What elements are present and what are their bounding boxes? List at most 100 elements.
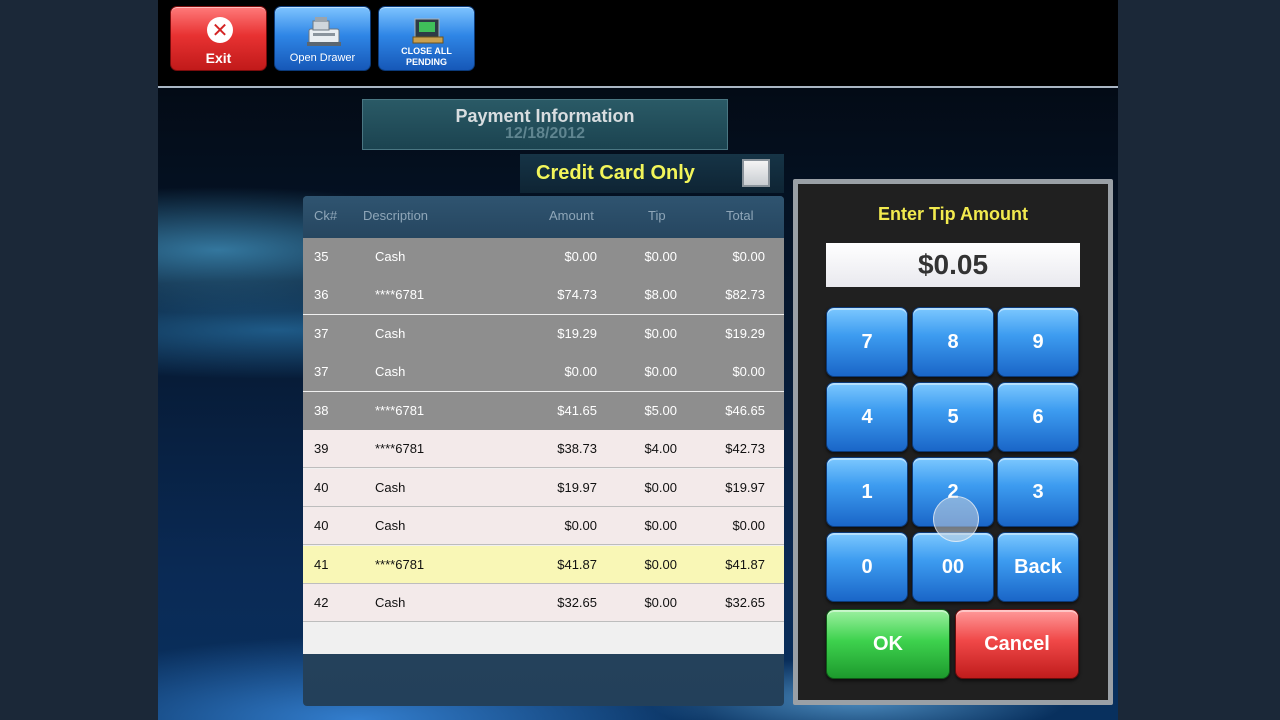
- key-00[interactable]: 00: [912, 532, 994, 602]
- cell-amount: $32.65: [557, 595, 597, 610]
- register-drawer-icon: [412, 18, 444, 44]
- table-row-selected[interactable]: 41 ****6781 $41.87 $0.00 $41.87: [303, 546, 784, 584]
- column-header-ck: Ck#: [314, 208, 338, 223]
- key-5[interactable]: 5: [912, 382, 994, 452]
- keypad-title: Enter Tip Amount: [878, 204, 1028, 224]
- key-8[interactable]: 8: [912, 307, 994, 377]
- cell-tip: $0.00: [644, 364, 677, 379]
- cell-ck: 38: [314, 403, 329, 418]
- table-row[interactable]: 39 ****6781 $38.73 $4.00 $42.73: [303, 430, 784, 468]
- cash-register-icon: [307, 17, 341, 46]
- cell-tip: $0.00: [644, 326, 677, 341]
- cell-total: $19.97: [725, 480, 765, 495]
- key-9[interactable]: 9: [997, 307, 1079, 377]
- cell-tip: $0.00: [644, 518, 677, 533]
- close-all-label: CLOSE ALL: [401, 46, 452, 56]
- payment-information-header: Payment Information 12/18/2012: [362, 99, 728, 150]
- cell-ck: 35: [314, 249, 329, 264]
- open-drawer-button[interactable]: Open Drawer: [274, 6, 371, 71]
- cell-description: Cash: [375, 480, 406, 495]
- cell-description: Cash: [375, 249, 406, 264]
- table-row[interactable]: 40 Cash $0.00 $0.00 $0.00: [303, 507, 784, 545]
- cell-description: Cash: [375, 518, 406, 533]
- cell-description: Cash: [375, 364, 406, 379]
- key-4[interactable]: 4: [826, 382, 908, 452]
- touch-indicator: [933, 496, 979, 542]
- page-title: Payment Information: [455, 106, 635, 126]
- cell-tip: $0.00: [644, 595, 677, 610]
- cell-ck: 42: [314, 595, 329, 610]
- cell-description: ****6781: [375, 287, 425, 302]
- cell-ck: 40: [314, 480, 329, 495]
- cell-ck: 39: [314, 441, 329, 456]
- cell-tip: $0.00: [644, 249, 677, 264]
- table-row[interactable]: 38 ****6781 $41.65 $5.00 $46.65: [303, 392, 784, 430]
- cell-amount: $0.00: [564, 249, 597, 264]
- table-row[interactable]: 37 Cash $0.00 $0.00 $0.00: [303, 353, 784, 391]
- cell-total: $0.00: [732, 249, 765, 264]
- cell-total: $32.65: [725, 595, 765, 610]
- column-header-description: Description: [363, 208, 429, 223]
- tip-keypad-panel: Enter Tip Amount $0.05 7 8 9 4 5 6 1 2 3…: [793, 179, 1113, 705]
- cell-total: $0.00: [732, 364, 765, 379]
- cell-amount: $19.29: [557, 326, 597, 341]
- toolbar-divider: [158, 86, 1118, 88]
- cell-amount: $38.73: [557, 441, 597, 456]
- column-header-amount: Amount: [549, 208, 594, 223]
- exit-label: Exit: [205, 50, 232, 66]
- cell-tip: $4.00: [644, 441, 677, 456]
- key-0[interactable]: 0: [826, 532, 908, 602]
- column-header-tip: Tip: [648, 208, 666, 223]
- key-1[interactable]: 1: [826, 457, 908, 527]
- close-all-pending-button[interactable]: CLOSE ALL PENDING: [378, 6, 475, 71]
- cell-total: $19.29: [725, 326, 765, 341]
- cell-amount: $74.73: [557, 287, 597, 302]
- payments-table: Ck# Description Amount Tip Total 35 Cash…: [303, 196, 784, 706]
- tip-amount-display: $0.05: [826, 243, 1080, 287]
- back-button[interactable]: Back: [997, 532, 1079, 602]
- cell-tip: $8.00: [644, 287, 677, 302]
- cell-amount: $0.00: [564, 364, 597, 379]
- table-body: 35 Cash $0.00 $0.00 $0.00 36 ****6781 $7…: [303, 238, 784, 654]
- ok-button[interactable]: OK: [826, 609, 950, 679]
- top-toolbar: ✕ Exit Open Drawer CLOSE ALL PENDING: [158, 0, 1118, 86]
- cell-ck: 41: [314, 557, 329, 572]
- cell-ck: 40: [314, 518, 329, 533]
- cell-tip: $0.00: [644, 480, 677, 495]
- pending-label: PENDING: [405, 57, 447, 67]
- table-row[interactable]: 35 Cash $0.00 $0.00 $0.00: [303, 238, 784, 276]
- open-drawer-label: Open Drawer: [289, 52, 356, 64]
- table-header: Ck# Description Amount Tip Total: [303, 196, 784, 238]
- credit-card-only-label: Credit Card Only: [536, 162, 695, 184]
- cell-ck: 37: [314, 364, 329, 379]
- cell-description: ****6781: [375, 557, 425, 572]
- key-7[interactable]: 7: [826, 307, 908, 377]
- cell-total: $0.00: [732, 518, 765, 533]
- cell-amount: $41.87: [557, 557, 597, 572]
- pos-screen: ✕ Exit Open Drawer CLOSE ALL PENDING Pay…: [158, 0, 1118, 720]
- table-row[interactable]: 42 Cash $32.65 $0.00 $32.65: [303, 584, 784, 622]
- cell-amount: $19.97: [557, 480, 597, 495]
- cell-total: $41.87: [725, 557, 765, 572]
- payment-date: 12/18/2012: [504, 125, 586, 142]
- table-row[interactable]: 37 Cash $19.29 $0.00 $19.29: [303, 315, 784, 353]
- cell-description: ****6781: [375, 441, 425, 456]
- cell-ck: 36: [314, 287, 329, 302]
- cell-ck: 37: [314, 326, 329, 341]
- cell-amount: $0.00: [564, 518, 597, 533]
- credit-card-only-filter: Credit Card Only: [520, 154, 784, 193]
- table-row[interactable]: 36 ****6781 $74.73 $8.00 $82.73: [303, 276, 784, 314]
- key-6[interactable]: 6: [997, 382, 1079, 452]
- cell-total: $82.73: [725, 287, 765, 302]
- cell-total: $46.65: [725, 403, 765, 418]
- cancel-button[interactable]: Cancel: [955, 609, 1079, 679]
- table-row[interactable]: 40 Cash $19.97 $0.00 $19.97: [303, 469, 784, 507]
- key-3[interactable]: 3: [997, 457, 1079, 527]
- exit-button[interactable]: ✕ Exit: [170, 6, 267, 71]
- column-header-total: Total: [726, 208, 754, 223]
- credit-card-only-checkbox[interactable]: [742, 159, 770, 187]
- close-icon: ✕: [207, 17, 233, 43]
- cell-tip: $5.00: [644, 403, 677, 418]
- cell-amount: $41.65: [557, 403, 597, 418]
- cell-description: Cash: [375, 326, 406, 341]
